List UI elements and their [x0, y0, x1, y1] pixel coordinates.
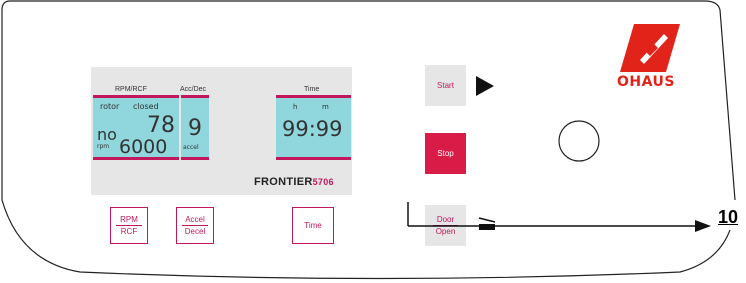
time-label: Time [304, 86, 320, 93]
stop-label: Stop [437, 149, 454, 158]
emergency-lock-circle[interactable] [556, 118, 602, 164]
closed-label: closed [133, 102, 159, 111]
rcf-key-label: RCF [120, 227, 138, 236]
rpm-rcf-label: RPM/RCF [115, 86, 147, 93]
start-button[interactable]: Start [425, 65, 466, 106]
top-value: 78 [147, 113, 175, 138]
time-button[interactable]: Time [292, 207, 334, 244]
hours-label: h [293, 103, 298, 111]
accel-unit: accel [183, 144, 199, 151]
brand-label: FRONTIER5706 [254, 176, 334, 188]
time-lcd: h m 99:99 [276, 95, 351, 160]
accel-lcd: 9 accel [181, 95, 209, 160]
speed-value: 6000 [119, 136, 168, 158]
accel-key-label: Accel [185, 215, 205, 224]
rpm-rcf-button[interactable]: RPM RCF [110, 207, 148, 244]
rpm-key-label: RPM [120, 215, 138, 224]
time-key-label: Time [304, 221, 322, 230]
rotor-label: rotor [100, 102, 120, 111]
decel-key-label: Decel [184, 227, 206, 236]
play-arrow-icon [476, 76, 494, 96]
rotor-value: no [97, 125, 117, 144]
stop-button[interactable]: Stop [425, 133, 466, 174]
ohaus-logo-text: OHAUS [617, 74, 675, 90]
callout-line [407, 202, 711, 232]
rpm-unit: rpm [97, 143, 110, 150]
accel-decel-button[interactable]: Accel Decel [176, 207, 214, 244]
acc-dec-label: Acc/Dec [180, 86, 207, 93]
time-value: 99:99 [282, 117, 343, 141]
brand-name: FRONTIER [254, 176, 313, 188]
callout-label: 10 [718, 207, 739, 227]
speed-lcd: rotor closed no rpm 78 6000 [93, 95, 179, 160]
brand-model: 5706 [312, 177, 334, 187]
key-divider [116, 225, 142, 226]
start-label: Start [437, 81, 454, 90]
minutes-label: m [322, 103, 329, 111]
accel-value: 9 [188, 116, 202, 141]
key-divider [182, 225, 208, 226]
ohaus-logo-icon [620, 24, 680, 72]
